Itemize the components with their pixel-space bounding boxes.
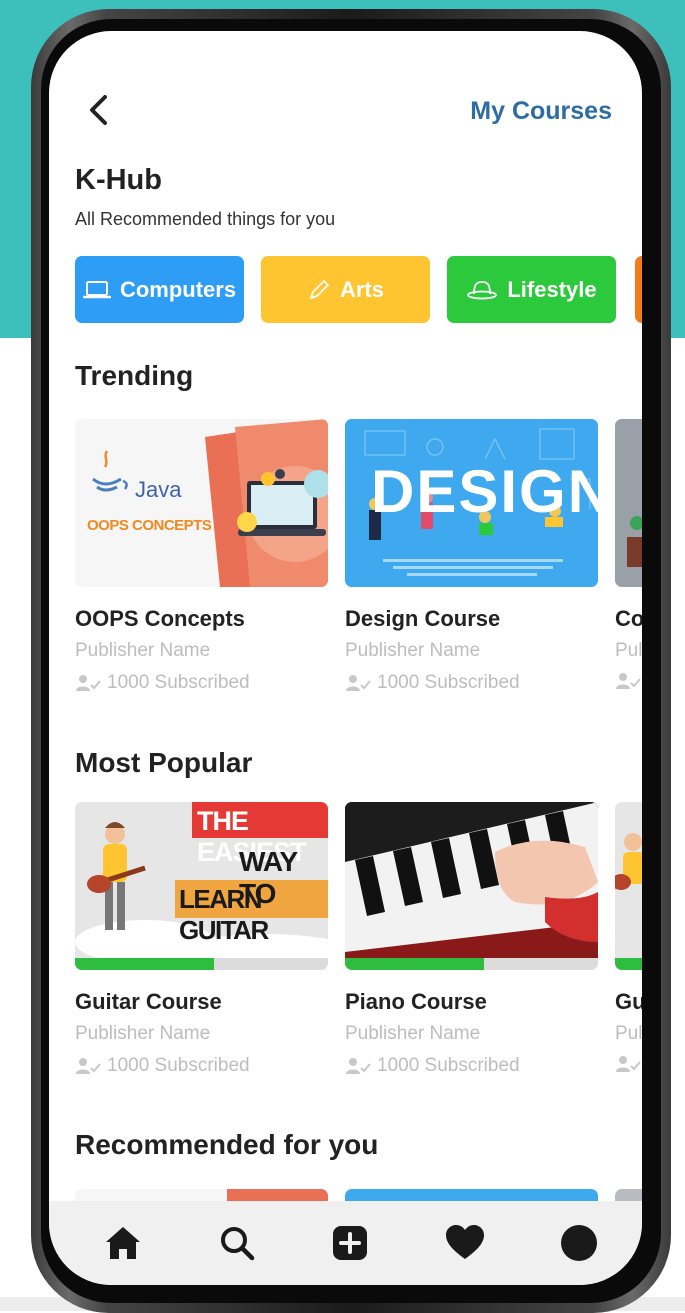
java-logo-text: Java — [135, 477, 182, 502]
progress-fill — [615, 958, 642, 970]
course-title: Guitar Course — [75, 989, 222, 1014]
subscribed-text: 1000 Subscribed — [107, 1055, 250, 1076]
bottom-nav-bar — [49, 1201, 642, 1285]
course-publisher: Publisher Name — [345, 640, 481, 661]
subscribed-text: 1000 Subscribed — [107, 672, 250, 693]
nav-search[interactable] — [217, 1223, 257, 1263]
category-label: Lifestyle — [507, 276, 597, 302]
app-screen: My Courses K-Hub All Recommended things … — [49, 31, 642, 1285]
course-title: Co — [615, 606, 642, 631]
course-title: Piano Course — [345, 989, 487, 1014]
category-label: Arts — [339, 276, 384, 302]
category-label: Computers — [119, 276, 237, 302]
category-arts-button[interactable]: Arts — [261, 256, 430, 323]
course-publisher: Pul — [615, 1023, 642, 1044]
subscribed-count: 1000 Subscribed — [345, 1055, 520, 1077]
back-arrow-icon[interactable] — [85, 93, 115, 127]
laptop-icon — [82, 280, 111, 298]
trending-heading: Trending — [75, 360, 194, 391]
course-publisher: Pul — [615, 640, 642, 661]
subscribed-user-icon — [76, 675, 101, 691]
search-icon — [221, 1227, 255, 1261]
subscribed-count: 1000 Subscribed — [75, 672, 250, 694]
course-thumbnail — [615, 802, 642, 960]
course-thumbnail: DESIGN — [345, 419, 598, 587]
category-row: Computers Arts Lifestyle — [75, 256, 642, 323]
thumb-headline-line3: LEARN GUITAR — [179, 884, 269, 945]
nav-home[interactable] — [103, 1223, 143, 1263]
nav-profile[interactable] — [559, 1223, 599, 1263]
subscribed-count: 1000 Subscribed — [75, 1055, 250, 1077]
piano-thumbnail-art — [345, 802, 598, 960]
course-publisher: Publisher Name — [75, 640, 211, 661]
pencil-icon — [310, 279, 329, 299]
nav-favorites[interactable] — [445, 1223, 485, 1263]
hat-icon — [467, 280, 498, 299]
category-computers-button[interactable]: Computers — [75, 256, 244, 323]
home-icon — [106, 1227, 140, 1259]
page-title: K-Hub — [75, 164, 162, 196]
course-thumbnail: Java OOPS CONCEPTS — [75, 419, 328, 587]
category-lifestyle-button[interactable]: Lifestyle — [447, 256, 616, 323]
subscribed-text: 1000 Subscribed — [377, 672, 520, 693]
nav-add[interactable] — [330, 1223, 370, 1263]
subscribed-user-icon — [346, 1058, 371, 1074]
design-banner-text: DESIGN — [371, 458, 598, 525]
subscribed-user-icon — [616, 673, 641, 689]
my-courses-link[interactable]: My Courses — [470, 97, 612, 126]
course-progress-bar — [345, 958, 598, 970]
profile-icon — [561, 1225, 597, 1261]
partial-guitar-thumbnail-art — [615, 802, 642, 960]
course-thumbnail — [345, 802, 598, 960]
category-more-button[interactable] — [635, 256, 642, 323]
subscribed-count — [615, 672, 641, 690]
oops-thumbnail-art — [75, 419, 328, 587]
course-progress-bar — [75, 958, 328, 970]
recommended-heading: Recommended for you — [75, 1129, 379, 1160]
oops-banner-text: OOPS CONCEPTS — [87, 517, 212, 534]
course-title: OOPS Concepts — [75, 606, 245, 631]
course-thumbnail: THE EASIEST WAY TO LEARN GUITAR — [75, 802, 328, 960]
course-title: Gu — [615, 989, 642, 1014]
progress-fill — [75, 958, 215, 970]
partial-thumbnail-art — [615, 419, 642, 587]
subscribed-user-icon — [346, 675, 371, 691]
most-popular-heading: Most Popular — [75, 747, 253, 778]
course-thumbnail — [615, 419, 642, 587]
progress-fill — [345, 958, 485, 970]
course-publisher: Publisher Name — [75, 1023, 211, 1044]
course-publisher: Publisher Name — [345, 1023, 481, 1044]
subscribed-count: 1000 Subscribed — [345, 672, 520, 694]
subscribed-count — [615, 1055, 641, 1073]
course-progress-bar — [615, 958, 642, 970]
subscribed-text: 1000 Subscribed — [377, 1055, 520, 1076]
subscribed-user-icon — [616, 1056, 641, 1072]
heart-icon — [446, 1225, 484, 1259]
course-title: Design Course — [345, 606, 501, 631]
subscribed-user-icon — [76, 1058, 101, 1074]
page-subtitle: All Recommended things for you — [75, 209, 336, 229]
add-icon — [333, 1226, 367, 1260]
